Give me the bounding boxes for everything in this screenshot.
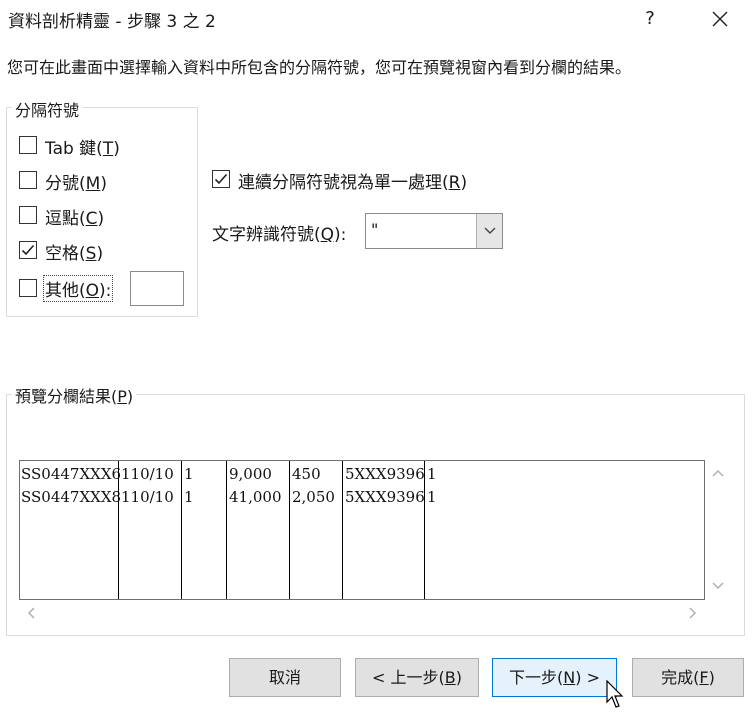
help-button[interactable]: ? [635, 4, 665, 34]
checkbox-consecutive-box[interactable] [212, 170, 230, 188]
preview-cell: SS0447XXX6 [21, 465, 122, 483]
cursor-arrow-icon [606, 679, 624, 708]
preview-cell: 1 [184, 488, 194, 506]
checkbox-space-label: 空格(S) [45, 244, 104, 264]
column-break-line[interactable] [289, 461, 290, 599]
checkmark-icon [214, 173, 228, 185]
scroll-down-button[interactable] [709, 578, 727, 594]
text-qualifier-label: 文字辨識符號(Q): [212, 225, 347, 245]
preview-cell: 1 [427, 465, 437, 483]
next-button[interactable]: 下一步(N) > [492, 658, 617, 697]
other-delimiter-input[interactable] [130, 271, 184, 306]
step-description: 您可在此畫面中選擇輸入資料中所包含的分隔符號，您可在預覽視窗內看到分欄的結果。 [7, 58, 632, 77]
checkbox-semicolon-box[interactable] [19, 171, 37, 189]
data-preview[interactable]: SS0447XXX6 110/10 1 9,000 450 5XXX9396 1… [19, 460, 705, 600]
checkbox-consecutive-label: 連續分隔符號視為單一處理(R) [238, 173, 468, 193]
column-break-line[interactable] [342, 461, 343, 599]
delimiters-legend: 分隔符號 [12, 97, 83, 121]
chevron-left-icon [27, 607, 35, 619]
checkbox-other-label: 其他(O): [43, 275, 114, 302]
checkbox-comma-box[interactable] [19, 206, 37, 224]
column-break-line[interactable] [181, 461, 182, 599]
scroll-left-button[interactable] [24, 604, 40, 622]
checkmark-icon [21, 244, 35, 256]
window-title: 資料剖析精靈 - 步驟 3 之 2 [8, 12, 216, 32]
scroll-up-button[interactable] [709, 465, 727, 481]
chevron-up-icon [712, 469, 724, 477]
column-break-line[interactable] [226, 461, 227, 599]
scroll-right-button[interactable] [684, 604, 700, 622]
text-qualifier-select[interactable]: " [365, 213, 503, 249]
checkbox-tab-label: Tab 鍵(T) [45, 139, 120, 159]
text-qualifier-dropdown[interactable] [476, 214, 502, 248]
preview-cell: 1 [427, 488, 437, 506]
chevron-down-icon [712, 582, 724, 590]
preview-cell: 9,000 [229, 465, 272, 483]
preview-cell: 2,050 [292, 488, 335, 506]
checkbox-space-box[interactable] [19, 241, 37, 259]
preview-cell: 5XXX9396 [345, 488, 425, 506]
preview-cell: 110/10 [121, 465, 174, 483]
mouse-cursor [606, 679, 628, 710]
finish-button[interactable]: 完成(F) [632, 658, 744, 697]
checkbox-other-box[interactable] [19, 279, 37, 297]
checkbox-comma-label: 逗點(C) [45, 209, 105, 229]
preview-cell: SS0447XXX8 [21, 488, 122, 506]
preview-legend: 預覽分欄結果(P) [12, 383, 137, 407]
checkbox-tab-box[interactable] [19, 136, 37, 154]
cancel-button[interactable]: 取消 [229, 658, 341, 697]
preview-cell: 450 [292, 465, 321, 483]
checkbox-semicolon-label: 分號(M) [45, 174, 107, 194]
chevron-down-icon [484, 227, 496, 234]
preview-cell: 110/10 [121, 488, 174, 506]
close-button[interactable] [700, 4, 740, 34]
preview-cell: 5XXX9396 [345, 465, 425, 483]
text-qualifier-value: " [371, 220, 379, 239]
back-button[interactable]: < 上一步(B) [355, 658, 479, 697]
chevron-right-icon [689, 607, 697, 619]
close-icon [712, 11, 728, 27]
preview-cell: 41,000 [229, 488, 282, 506]
preview-cell: 1 [184, 465, 194, 483]
